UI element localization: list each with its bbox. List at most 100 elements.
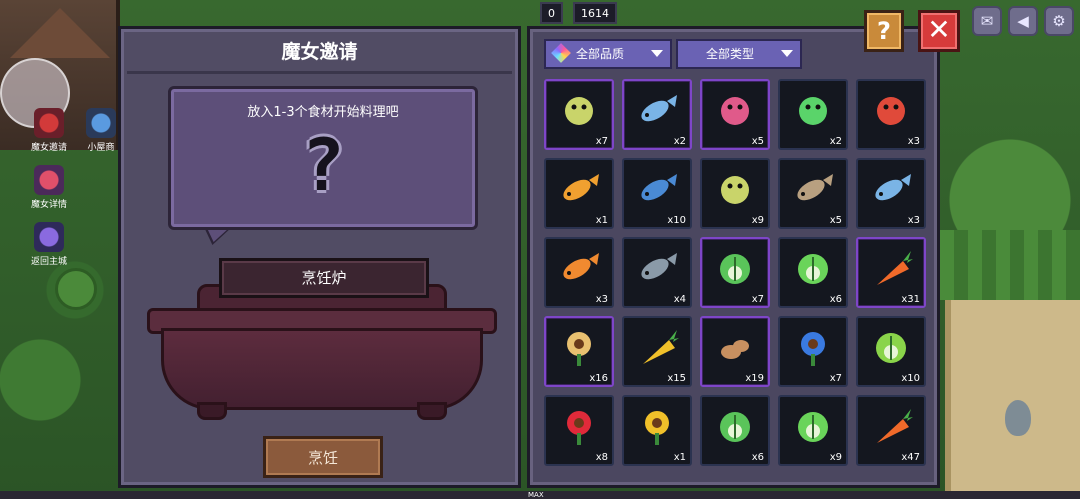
ingredient-slot[interactable]: x6 <box>700 395 770 466</box>
ingredient-slot[interactable]: x15 <box>622 316 692 387</box>
help-button[interactable]: ? <box>864 10 904 52</box>
ingredient-slot[interactable]: x4 <box>622 237 692 308</box>
ingredient-slot[interactable]: x3 <box>544 237 614 308</box>
ingredient-slot[interactable]: x7 <box>778 316 848 387</box>
ingredient-grid: x7 x2 x5 x2 x3 x1 x10 x9 x5 x3 x3 x4 x7 x6 x31 x16 x15 x1… <box>544 79 934 466</box>
ingredient-slot[interactable]: x47 <box>856 395 926 466</box>
witch-detail-icon <box>34 165 64 195</box>
type-filter-label: 全部类型 <box>706 47 755 61</box>
ingredient-slot[interactable]: x9 <box>778 395 848 466</box>
side-label: 小屋商 <box>87 143 115 153</box>
side-witch-detail[interactable]: 魔女详情 <box>24 165 74 210</box>
quality-filter-label: 全部品质 <box>576 47 625 61</box>
max-label: MAX <box>528 491 544 499</box>
blue-flower-icon <box>791 328 835 368</box>
cauldron-foot <box>417 402 447 420</box>
item-count: x3 <box>907 215 920 226</box>
ingredient-slot[interactable]: x2 <box>778 79 848 150</box>
ingredient-slot[interactable]: x3 <box>856 158 926 229</box>
settings-icon[interactable]: ⚙ <box>1044 6 1074 36</box>
ingredient-slot[interactable]: x7 <box>700 237 770 308</box>
lettuce-icon <box>791 249 835 289</box>
lettuce-icon <box>791 407 835 447</box>
ingredient-slot[interactable]: x3 <box>856 79 926 150</box>
item-count: x7 <box>829 373 842 384</box>
ingredient-slot[interactable]: x16 <box>544 316 614 387</box>
title-divider <box>127 71 512 74</box>
witch-invite-icon <box>34 108 64 138</box>
bush <box>55 268 97 310</box>
cook-button[interactable]: 烹饪 <box>263 436 383 478</box>
ingredient-slot[interactable]: x5 <box>700 79 770 150</box>
inventory-panel: 全部品质 全部类型 x7 x2 x5 x2 x3 x1 x10 x9 x5 x3 x3 x4 x7 x6 x… <box>527 26 940 488</box>
ingredient-slot[interactable]: x1 <box>544 158 614 229</box>
cooking-hint: 放入1-3个食材开始料理吧 <box>247 105 399 120</box>
cabbage-icon <box>713 249 757 289</box>
item-count: x3 <box>595 294 608 305</box>
ingredient-slot[interactable]: x2 <box>622 79 692 150</box>
sardine-icon <box>869 170 913 210</box>
side-return-town[interactable]: 返回主城 <box>24 222 74 267</box>
side-label: 魔女邀请 <box>30 143 67 153</box>
item-count: x47 <box>901 452 920 463</box>
item-count: x6 <box>829 294 842 305</box>
ingredient-slot[interactable]: x5 <box>778 158 848 229</box>
item-count: x5 <box>751 136 764 147</box>
ingredient-slot[interactable]: x1 <box>622 395 692 466</box>
dirt-path <box>945 300 1080 499</box>
red-rose-icon <box>557 407 601 447</box>
side-label: 魔女详情 <box>30 200 67 210</box>
goldfish-icon <box>557 249 601 289</box>
cooking-panel: 魔女邀请 放入1-3个食材开始料理吧 ? 烹饪炉 烹饪 <box>118 26 521 488</box>
item-count: x6 <box>751 452 764 463</box>
close-button[interactable]: ✕ <box>918 10 960 52</box>
ingredient-slot[interactable]: x8 <box>544 395 614 466</box>
stove-label: 烹饪炉 <box>219 258 429 298</box>
cottage-shop-icon <box>86 108 116 138</box>
item-count: x16 <box>589 373 608 384</box>
empty-slot-question-icon: ? <box>301 123 345 207</box>
potato-icon <box>713 328 757 368</box>
item-count: x5 <box>829 215 842 226</box>
item-count: x10 <box>901 373 920 384</box>
ingredient-slot[interactable]: x7 <box>544 79 614 150</box>
item-count: x3 <box>907 136 920 147</box>
sound-icon[interactable]: ◀ <box>1008 6 1038 36</box>
item-count: x15 <box>667 373 686 384</box>
stone <box>1005 400 1031 436</box>
ingredient-slot-bubble[interactable]: 放入1-3个食材开始料理吧 ? <box>168 86 478 230</box>
ingredient-slot[interactable]: x9 <box>700 158 770 229</box>
carrot-icon <box>869 407 913 447</box>
quality-gem-icon <box>551 43 571 63</box>
top-hud: 0 1614 <box>540 0 617 26</box>
item-count: x2 <box>829 136 842 147</box>
pufferfish-icon <box>557 91 601 131</box>
item-count: x7 <box>751 294 764 305</box>
chevron-down-icon <box>781 50 793 57</box>
side-label: 返回主城 <box>30 257 67 267</box>
hud-counter-a: 0 <box>540 2 563 24</box>
chevron-down-icon <box>651 50 663 57</box>
type-filter-dropdown[interactable]: 全部类型 <box>676 39 802 69</box>
ingredient-slot[interactable]: x10 <box>622 158 692 229</box>
ingredient-slot[interactable]: x19 <box>700 316 770 387</box>
ingredient-slot[interactable]: x6 <box>778 237 848 308</box>
item-count: x1 <box>595 215 608 226</box>
sunflower-icon <box>635 407 679 447</box>
quality-filter-dropdown[interactable]: 全部品质 <box>544 39 672 69</box>
item-count: x19 <box>745 373 764 384</box>
item-count: x2 <box>673 136 686 147</box>
item-count: x9 <box>829 452 842 463</box>
octopus-icon <box>713 91 757 131</box>
mail-icon[interactable]: ✉ <box>972 6 1002 36</box>
goldfish-icon <box>557 170 601 210</box>
hedge <box>940 230 1080 300</box>
ingredient-slot[interactable]: x31 <box>856 237 926 308</box>
item-count: x10 <box>667 215 686 226</box>
cauldron-foot <box>197 402 227 420</box>
frog-icon <box>791 91 835 131</box>
ingredient-slot[interactable]: x10 <box>856 316 926 387</box>
blue-fish-icon <box>635 170 679 210</box>
return-town-icon <box>34 222 64 252</box>
side-witch-invite[interactable]: 魔女邀请 <box>24 108 74 153</box>
